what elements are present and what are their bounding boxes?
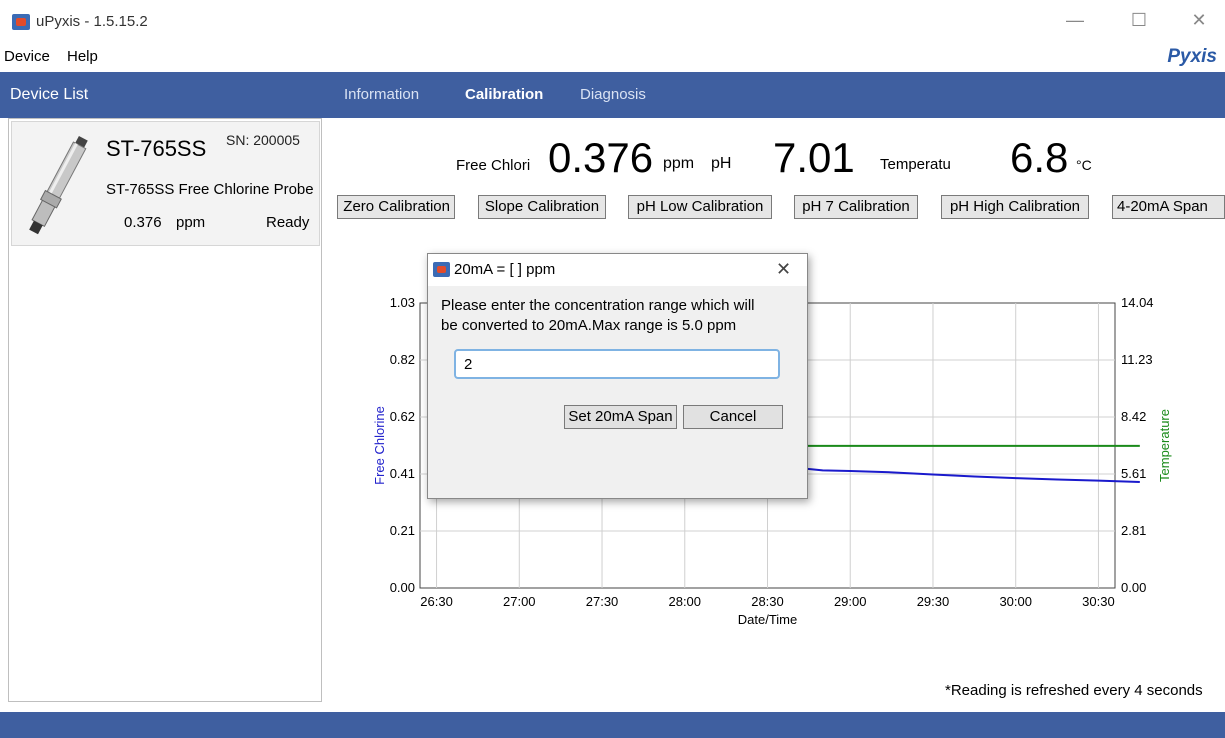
zero-calibration-button[interactable]: Zero Calibration — [337, 195, 455, 219]
menu-device[interactable]: Device — [4, 48, 50, 65]
ph-label: pH — [711, 155, 732, 172]
y-right-tick-label: 14.04 — [1121, 295, 1154, 310]
cancel-button[interactable]: Cancel — [683, 405, 783, 429]
temperature-label: Temperatu — [880, 156, 951, 173]
refresh-note: *Reading is refreshed every 4 seconds — [945, 682, 1203, 699]
x-tick-label: 29:30 — [917, 594, 950, 609]
y-left-tick-label: 0.41 — [390, 466, 415, 481]
y-right-tick-label: 2.81 — [1121, 523, 1146, 538]
device-description: ST-765SS Free Chlorine Probe — [106, 181, 314, 198]
temperature-value: 6.8 — [1010, 134, 1069, 181]
window-title: uPyxis - 1.5.15.2 — [36, 13, 148, 30]
y-left-tick-label: 0.62 — [390, 409, 415, 424]
tab-diagnosis[interactable]: Diagnosis — [580, 86, 646, 103]
span-input[interactable] — [454, 349, 780, 379]
device-reading-unit: ppm — [176, 214, 206, 231]
x-tick-label: 27:00 — [503, 594, 536, 609]
x-tick-label: 27:30 — [586, 594, 619, 609]
dialog-app-icon — [433, 262, 450, 277]
x-tick-label: 28:00 — [668, 594, 701, 609]
dialog-message-line2: be converted to 20mA.Max range is 5.0 pp… — [441, 317, 737, 334]
y-left-axis-title: Free Chlorine — [372, 406, 387, 485]
device-status: Ready — [266, 214, 310, 231]
menu-help[interactable]: Help — [67, 48, 98, 65]
probe-icon — [29, 135, 88, 235]
pyxis-logo: Pyxis — [1167, 46, 1217, 67]
tab-calibration[interactable]: Calibration — [465, 86, 543, 103]
set-span-button[interactable]: Set 20mA Span — [564, 405, 677, 429]
x-tick-label: 26:30 — [420, 594, 453, 609]
dialog-message-line1: Please enter the concentration range whi… — [441, 297, 755, 314]
maximize-button[interactable]: ☐ — [1124, 10, 1154, 31]
y-left-tick-label: 0.21 — [390, 523, 415, 538]
x-tick-label: 30:00 — [999, 594, 1032, 609]
y-left-tick-label: 1.03 — [390, 295, 415, 310]
app-icon — [12, 14, 30, 30]
tab-bar — [322, 72, 1225, 118]
device-reading-value: 0.376 — [124, 214, 162, 231]
y-right-tick-label: 8.42 — [1121, 409, 1146, 424]
y-right-tick-label: 0.00 — [1121, 580, 1146, 595]
tab-information[interactable]: Information — [344, 86, 419, 103]
ph-low-calibration-button[interactable]: pH Low Calibration — [628, 195, 772, 219]
x-tick-label: 29:00 — [834, 594, 867, 609]
y-left-tick-label: 0.00 — [390, 580, 415, 595]
dialog-close-button[interactable]: ✕ — [776, 259, 791, 280]
dialog-title: 20mA = [ ] ppm — [454, 261, 556, 278]
chlorine-label: Free Chlori — [456, 157, 531, 174]
y-right-axis-title: Temperature — [1157, 409, 1172, 482]
ph7-calibration-button[interactable]: pH 7 Calibration — [794, 195, 918, 219]
span-4-20ma-button[interactable]: 4-20mA Span — [1112, 195, 1225, 219]
span-dialog: 20mA = [ ] ppm ✕ Please enter the concen… — [427, 253, 808, 499]
device-serial: SN: 200005 — [226, 132, 300, 148]
y-right-tick-label: 11.23 — [1121, 352, 1153, 367]
device-model: ST-765SS — [106, 136, 207, 161]
ph-value: 7.01 — [773, 134, 855, 181]
chlorine-series-line — [794, 466, 1140, 484]
minimize-button[interactable]: — — [1060, 10, 1090, 31]
slope-calibration-button[interactable]: Slope Calibration — [478, 195, 606, 219]
title-bar: uPyxis - 1.5.15.2 — ☐ ✕ — [0, 0, 1225, 44]
dialog-title-bar: 20mA = [ ] ppm ✕ — [428, 254, 807, 286]
ph-high-calibration-button[interactable]: pH High Calibration — [941, 195, 1089, 219]
x-tick-label: 28:30 — [751, 594, 784, 609]
y-left-tick-label: 0.82 — [390, 352, 415, 367]
close-button[interactable]: ✕ — [1184, 10, 1214, 31]
x-tick-label: 30:30 — [1082, 594, 1115, 609]
chlorine-value: 0.376 — [548, 134, 654, 181]
temperature-unit: °C — [1076, 157, 1092, 173]
y-right-tick-label: 5.61 — [1121, 466, 1146, 481]
device-card[interactable]: ST-765SS SN: 200005 ST-765SS Free Chlori… — [11, 121, 320, 246]
chlorine-unit: ppm — [663, 155, 695, 172]
status-bar — [0, 712, 1225, 738]
device-list-header: Device List — [0, 72, 322, 118]
x-axis-title: Date/Time — [738, 612, 797, 627]
